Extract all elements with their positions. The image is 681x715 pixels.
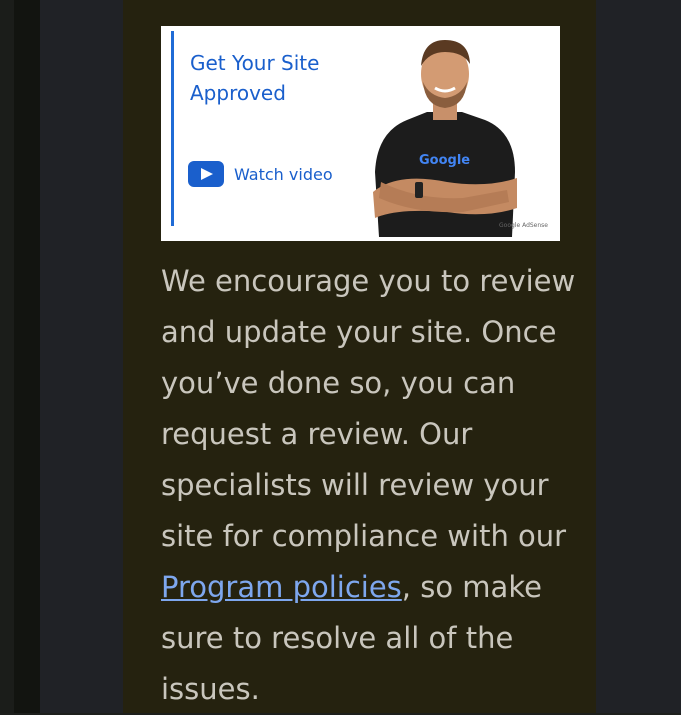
- shirt-brand-text: Google: [419, 153, 470, 168]
- presenter-image: Google: [373, 40, 517, 237]
- play-icon: [188, 161, 224, 187]
- left-edge-strip: [0, 0, 14, 713]
- banner-title: Get Your Site Approved: [190, 51, 320, 105]
- program-policies-link[interactable]: Program policies: [161, 570, 402, 604]
- banner-corner-brand: Google AdSense: [499, 222, 548, 229]
- message-body: We encourage you to review and update yo…: [161, 256, 581, 715]
- watch-video-button[interactable]: Watch video: [188, 160, 333, 188]
- watch-video-label: Watch video: [234, 164, 333, 184]
- message-text-before-link: We encourage you to review and update yo…: [161, 264, 576, 553]
- banner-accent-line: [171, 31, 174, 226]
- video-banner[interactable]: Get Your Site Approved Watch video Googl…: [161, 26, 560, 241]
- left-dark-strip: [14, 0, 40, 713]
